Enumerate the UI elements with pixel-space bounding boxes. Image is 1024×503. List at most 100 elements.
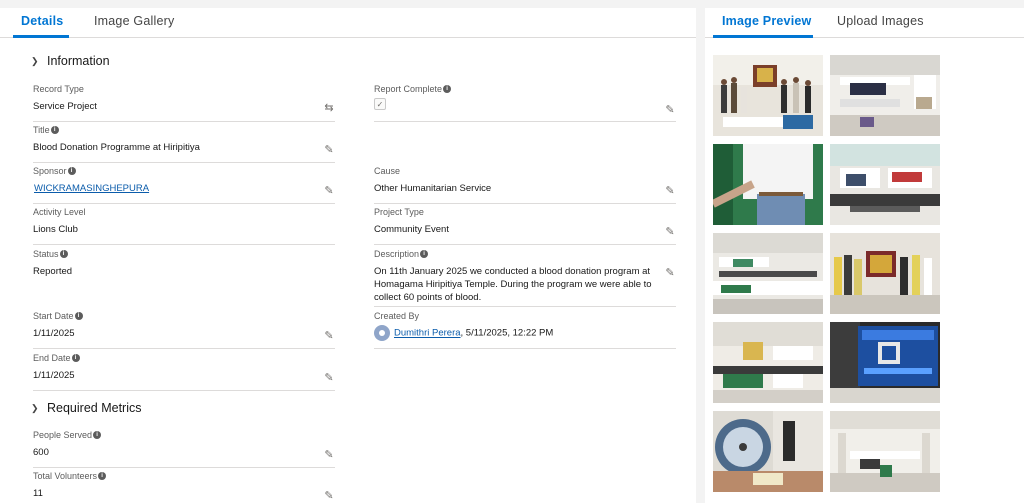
field-label: Total Volunteers <box>33 471 98 481</box>
field-record-type: Record Type Service Project ⇆ <box>33 84 335 122</box>
section-required-metrics-header[interactable]: ❯ Required Metrics <box>31 401 141 415</box>
preview-image-7[interactable] <box>713 322 823 403</box>
field-sponsor: Sponsor i WICKRAMASINGHEPURA ✎ <box>33 166 335 204</box>
tab-upload-images[interactable]: Upload Images <box>837 14 924 28</box>
pencil-icon[interactable]: ✎ <box>664 104 676 116</box>
tab-image-gallery[interactable]: Image Gallery <box>94 14 174 28</box>
info-icon[interactable]: i <box>50 126 59 134</box>
right-tab-bar: Image Preview Upload Images <box>705 8 1024 38</box>
preview-image-6[interactable] <box>830 233 940 314</box>
field-description: Description i On 11th January 2025 we con… <box>374 249 676 307</box>
preview-image-9[interactable] <box>713 411 823 492</box>
field-divider <box>33 348 335 349</box>
info-icon[interactable]: i <box>420 250 429 258</box>
field-created-by: Created By Dumithri Perera, 5/11/2025, 1… <box>374 311 676 349</box>
info-icon[interactable]: i <box>67 167 76 175</box>
pencil-icon[interactable]: ✎ <box>323 144 335 156</box>
field-status: Status i Reported <box>33 249 335 307</box>
field-label: Status <box>33 249 59 259</box>
field-divider <box>33 162 335 163</box>
pencil-icon[interactable]: ✎ <box>664 226 676 238</box>
field-report-complete: Report Complete i ✓ ✎ <box>374 84 676 122</box>
section-title: Information <box>47 54 110 68</box>
field-value: Other Humanitarian Service <box>374 183 492 194</box>
details-panel: Details Image Gallery ❯ Information Reco… <box>0 8 696 503</box>
info-icon[interactable]: i <box>59 250 68 258</box>
section-title: Required Metrics <box>47 401 142 415</box>
field-end-date: End Date i 1/11/2025 ✎ <box>33 353 335 391</box>
info-icon[interactable]: i <box>98 472 107 480</box>
field-label: Start Date <box>33 311 74 321</box>
pencil-icon[interactable]: ✎ <box>323 372 335 384</box>
field-label: Cause <box>374 166 401 176</box>
tab-details[interactable]: Details <box>21 14 63 28</box>
field-cause: Cause Other Humanitarian Service ✎ <box>374 166 676 204</box>
preview-image-4[interactable] <box>830 144 940 225</box>
field-value: Reported <box>33 266 73 277</box>
field-label: Record Type <box>33 84 84 94</box>
field-value: 11 <box>33 488 43 499</box>
active-tab-indicator <box>13 35 69 38</box>
field-value: Service Project <box>33 101 97 112</box>
pencil-icon[interactable]: ✎ <box>664 267 676 279</box>
field-divider <box>33 244 335 245</box>
field-value: On 11th January 2025 we conducted a bloo… <box>374 266 652 303</box>
field-label: Created By <box>374 311 420 321</box>
field-label: Description <box>374 249 420 259</box>
chevron-down-icon: ❯ <box>31 55 39 66</box>
pencil-icon[interactable]: ✎ <box>323 185 335 197</box>
preview-image-3[interactable] <box>713 144 823 225</box>
pencil-icon[interactable]: ✎ <box>323 449 335 461</box>
sponsor-link[interactable]: WICKRAMASINGHEPURA <box>34 183 149 194</box>
field-label: Sponsor <box>33 166 67 176</box>
created-datetime: , 5/11/2025, 12:22 PM <box>460 327 554 339</box>
field-value: 1/11/2025 <box>33 328 75 339</box>
field-label: Title <box>33 125 50 135</box>
info-icon[interactable]: i <box>74 312 83 320</box>
field-value: Lions Club <box>33 224 78 235</box>
field-divider <box>374 203 676 204</box>
field-label: People Served <box>33 430 93 440</box>
record-type-change-icon[interactable]: ⇆ <box>323 102 335 114</box>
preview-image-5[interactable] <box>713 233 823 314</box>
tab-image-preview[interactable]: Image Preview <box>722 14 811 28</box>
section-information-header[interactable]: ❯ Information <box>31 54 110 68</box>
field-start-date: Start Date i 1/11/2025 ✎ <box>33 311 335 349</box>
created-by-user-link[interactable]: Dumithri Perera <box>394 328 461 339</box>
pencil-icon[interactable]: ✎ <box>323 490 335 502</box>
field-total-volunteers: Total Volunteers i 11 ✎ <box>33 471 335 503</box>
active-tab-indicator <box>713 35 813 38</box>
pencil-icon[interactable]: ✎ <box>664 185 676 197</box>
preview-image-10[interactable] <box>830 411 940 492</box>
info-icon[interactable]: i <box>93 431 102 439</box>
field-divider <box>374 244 676 245</box>
info-icon[interactable]: i <box>71 354 80 362</box>
pencil-icon[interactable]: ✎ <box>323 330 335 342</box>
chevron-down-icon: ❯ <box>31 402 39 413</box>
preview-image-8[interactable] <box>830 322 940 403</box>
field-people-served: People Served i 600 ✎ <box>33 430 335 468</box>
field-title: Title i Blood Donation Programme at Hirip… <box>33 125 335 163</box>
field-divider <box>33 390 335 391</box>
avatar <box>374 325 390 341</box>
left-tab-bar: Details Image Gallery <box>0 8 696 38</box>
field-label: Activity Level <box>33 207 86 217</box>
field-divider <box>33 203 335 204</box>
field-value: 600 <box>33 447 49 458</box>
field-divider <box>33 121 335 122</box>
field-divider <box>374 121 676 122</box>
field-value: Community Event <box>374 224 449 235</box>
preview-image-1[interactable] <box>713 55 823 136</box>
field-label: Project Type <box>374 207 424 217</box>
field-label: End Date <box>33 353 71 363</box>
field-activity-level: Activity Level Lions Club <box>33 207 335 245</box>
preview-image-2[interactable] <box>830 55 940 136</box>
field-divider <box>374 306 676 307</box>
field-divider <box>374 348 676 349</box>
field-project-type: Project Type Community Event ✎ <box>374 207 676 245</box>
image-panel: Image Preview Upload Images <box>705 8 1024 503</box>
field-value: 1/11/2025 <box>33 370 75 381</box>
field-divider <box>33 467 335 468</box>
field-label: Report Complete <box>374 84 443 94</box>
info-icon[interactable]: i <box>443 85 452 93</box>
